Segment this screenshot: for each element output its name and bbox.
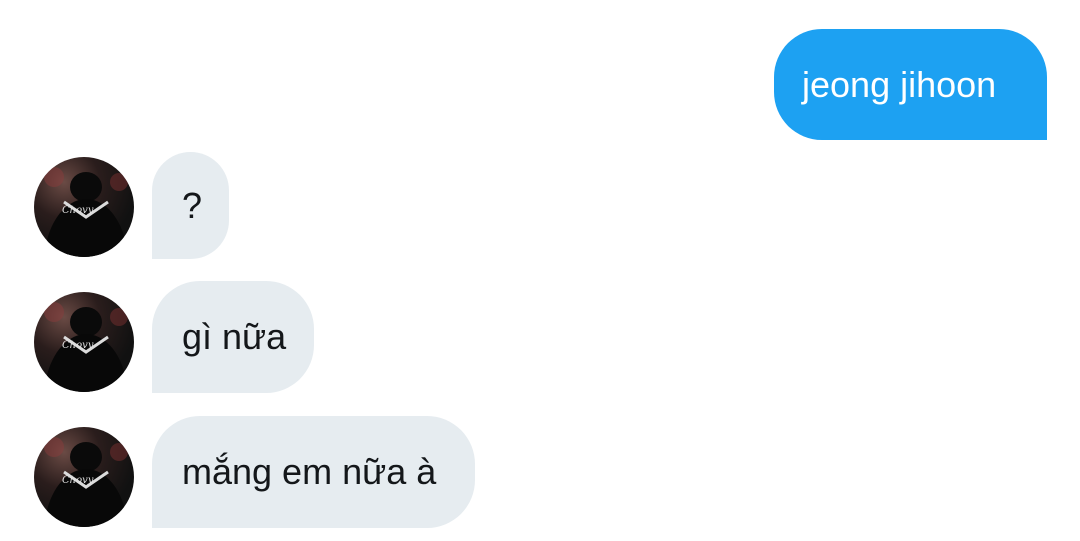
svg-text:Chovy: Chovy [62,340,94,351]
svg-text:Chovy: Chovy [62,475,94,486]
message-text: mắng em nữa à [182,451,437,492]
avatar[interactable]: Chovy [34,427,134,527]
user-avatar-photo-icon: Chovy [44,302,128,392]
message-text: jeong jihoon [802,63,997,105]
sent-message-bubble[interactable]: jeong jihoon [774,29,1047,140]
user-avatar-photo-icon: Chovy [44,437,128,527]
avatar[interactable]: Chovy [34,292,134,392]
received-message-bubble[interactable]: gì nữa [152,281,314,393]
message-text: ? [182,184,203,226]
received-message-bubble[interactable]: ? [152,152,229,259]
message-text: gì nữa [182,316,287,357]
chat-thread: jeong jihoon Chovy ? Chovy gì nữa Chovy … [0,0,1080,541]
user-avatar-photo-icon: Chovy [44,167,128,257]
svg-text:Chovy: Chovy [62,205,94,216]
avatar[interactable]: Chovy [34,157,134,257]
received-message-bubble[interactable]: mắng em nữa à [152,416,475,528]
